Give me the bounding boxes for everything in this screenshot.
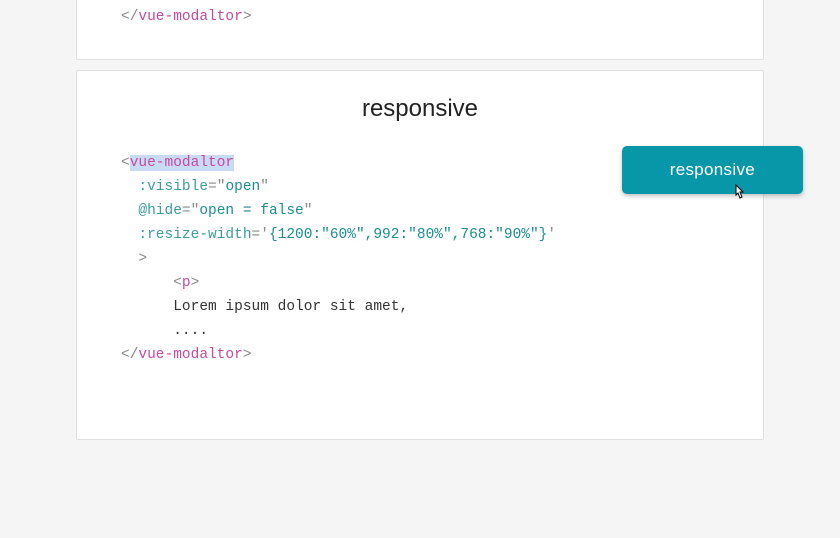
code-punc: <: [121, 155, 130, 171]
code-punc: ': [547, 227, 556, 243]
code-tag: vue-modaltor: [138, 9, 242, 25]
code-punc: >: [243, 9, 252, 25]
code-string: open: [225, 179, 260, 195]
code-attr: :visible: [138, 179, 208, 195]
code-card-top: @hide="open = false"> <p> Lorem ipsum do…: [76, 0, 764, 60]
code-punc: </: [121, 9, 138, 25]
code-punc: >: [138, 251, 147, 267]
code-block-top: @hide="open = false"> <p> Lorem ipsum do…: [77, 0, 763, 41]
code-punc: =: [182, 203, 191, 219]
code-attr: @hide: [138, 203, 182, 219]
code-tag: vue-modaltor: [138, 347, 242, 363]
code-text: ....: [173, 0, 208, 1]
code-attr: :resize-width: [138, 227, 251, 243]
code-punc: ": [260, 179, 269, 195]
code-text: ....: [173, 323, 208, 339]
code-string: {1200:"60%",992:"80%",768:"90%"}: [269, 227, 547, 243]
code-card-responsive: responsive responsive <vue-modaltor :vis…: [76, 70, 764, 440]
code-text: Lorem ipsum dolor sit amet,: [173, 299, 408, 315]
code-punc: >: [191, 275, 200, 291]
code-tag: p: [182, 275, 191, 291]
code-punc: <: [173, 275, 182, 291]
code-string: open = false: [199, 203, 303, 219]
code-tag-highlight: vue-modaltor: [130, 155, 234, 171]
code-punc: >: [243, 347, 252, 363]
code-punc: ": [304, 203, 313, 219]
section-title: responsive: [77, 95, 763, 123]
code-punc: =: [252, 227, 261, 243]
responsive-button[interactable]: responsive: [622, 146, 803, 194]
code-punc: ': [260, 227, 269, 243]
code-punc: =: [208, 179, 217, 195]
code-punc: </: [121, 347, 138, 363]
